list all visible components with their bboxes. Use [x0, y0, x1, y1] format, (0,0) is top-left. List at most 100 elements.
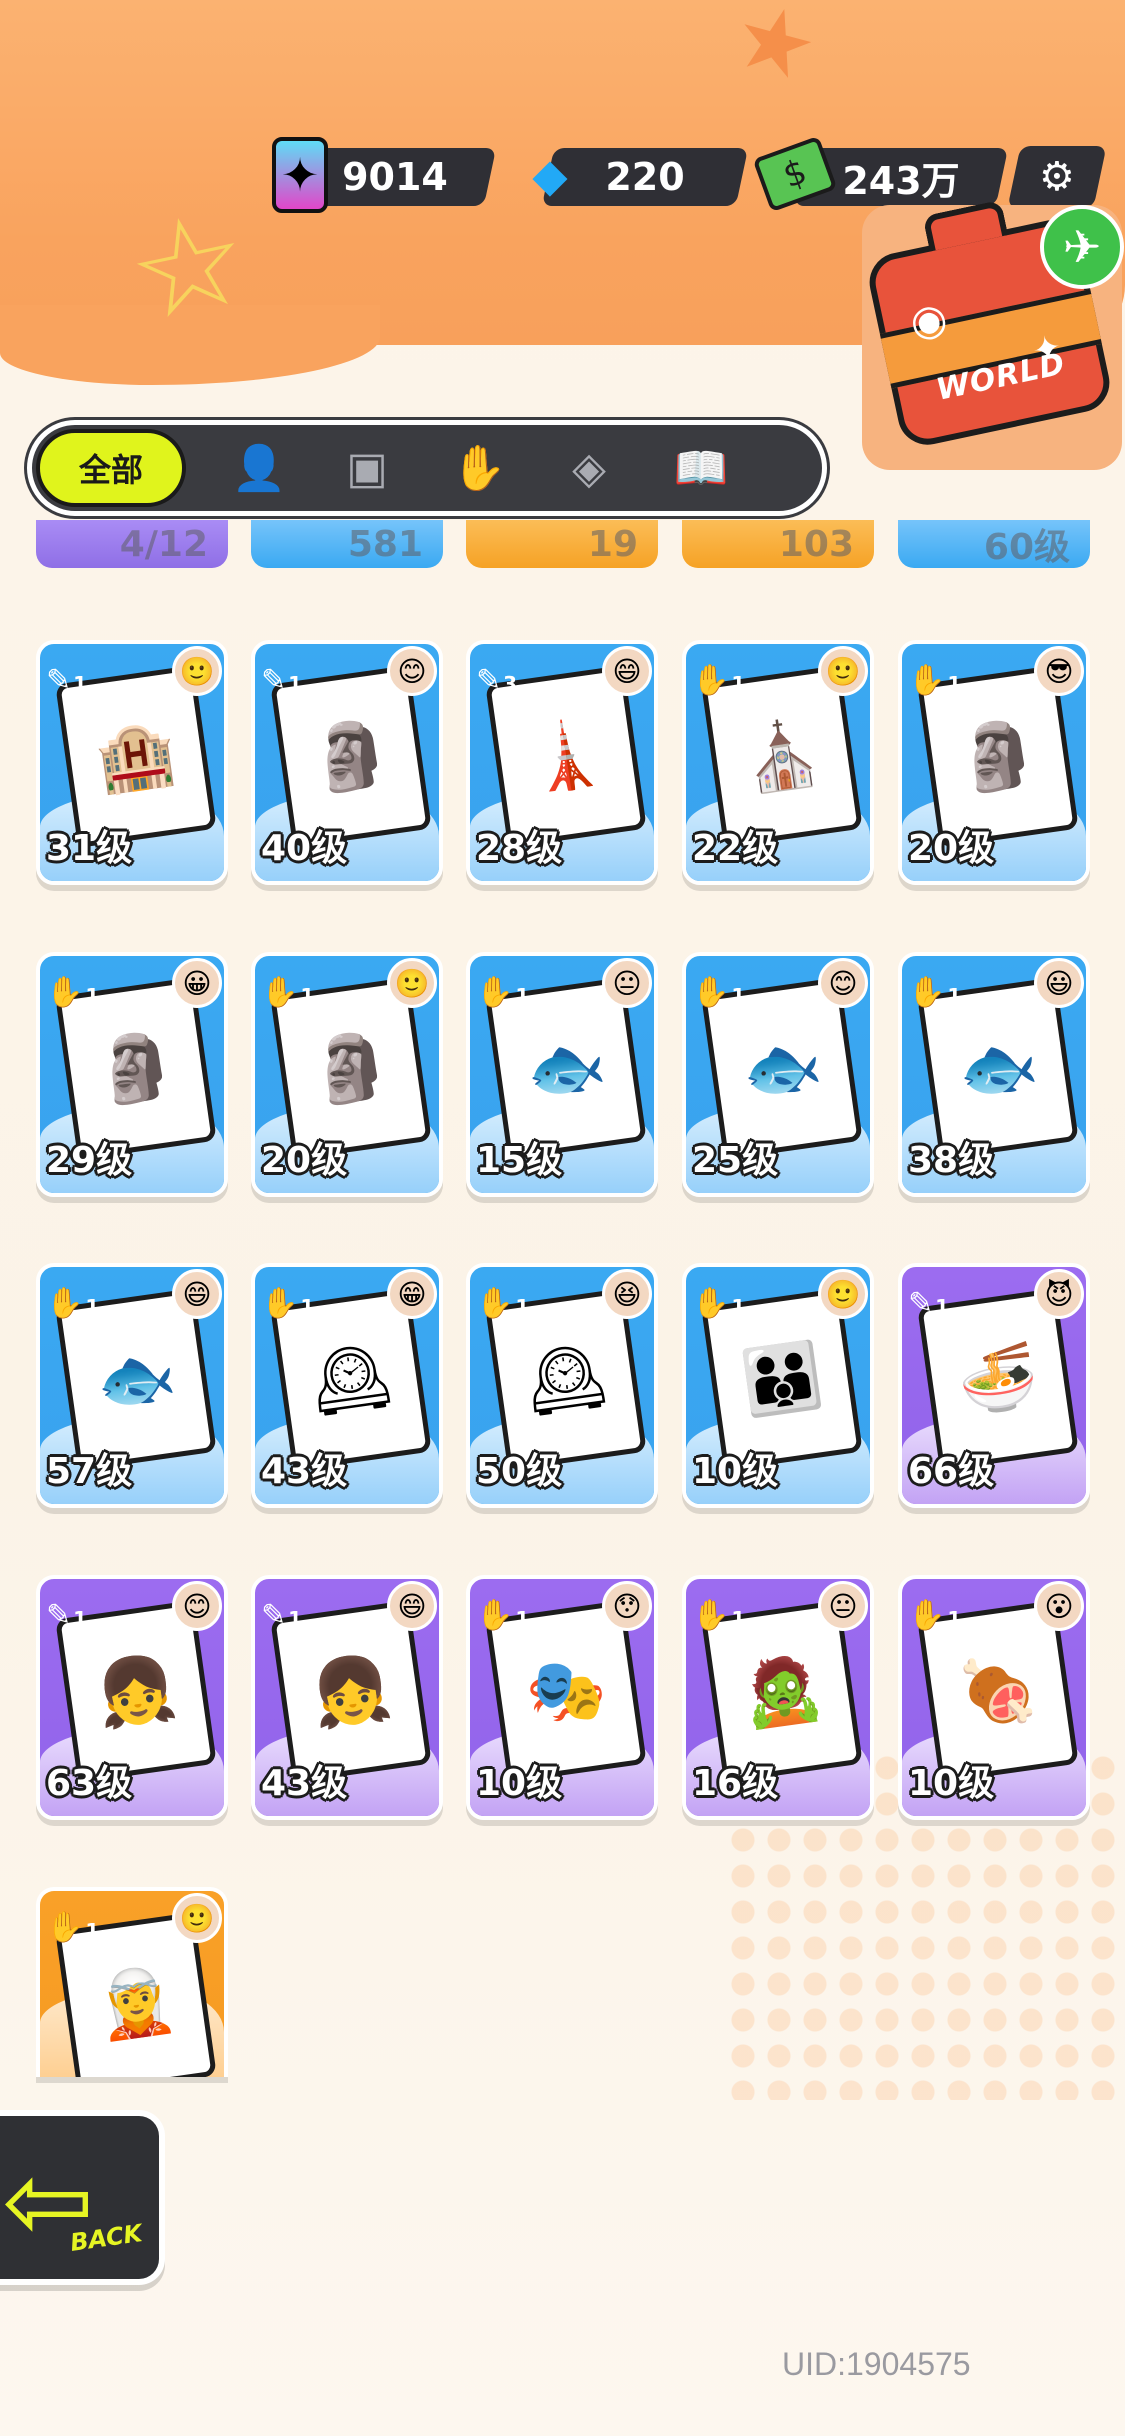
- avatar: 🙂: [818, 646, 868, 696]
- collection-card[interactable]: ⛪ ✋ 1 🙂 22级: [682, 640, 874, 885]
- collection-card[interactable]: 👪 ✋ 1 🙂 10级: [682, 1263, 874, 1508]
- collection-card[interactable]: 🗿 ✋ 1 😀 29级: [36, 952, 228, 1197]
- card-type-count: 1: [73, 672, 88, 696]
- card-level: 63级: [46, 1763, 133, 1804]
- filter-tab-bar: 全部 👤 ▣ ✋ ◈ 📖: [27, 420, 827, 516]
- card-type-icon: ✋: [476, 975, 514, 1010]
- strip-item: 581: [251, 520, 443, 568]
- card-type-count: 1: [731, 1607, 746, 1631]
- avatar: 😆: [602, 1269, 652, 1319]
- card-type-count: 1: [85, 1295, 100, 1319]
- card-type-count: 1: [300, 984, 315, 1008]
- settings-button[interactable]: ⚙: [1007, 146, 1107, 208]
- avatar: 😃: [1034, 958, 1084, 1008]
- avatar: 😮: [1034, 1581, 1084, 1631]
- airplane-icon: ✈: [1040, 205, 1124, 289]
- collection-card[interactable]: 🗿 ✋ 1 🙂 20级: [251, 952, 443, 1197]
- collection-card[interactable]: 🐟 ✋ 1 😄 57级: [36, 1263, 228, 1508]
- card-icon[interactable]: ◈: [554, 435, 624, 501]
- collection-card[interactable]: 🐟 ✋ 1 😊 25级: [682, 952, 874, 1197]
- card-type-badge: ✋ 1: [476, 1583, 530, 1633]
- card-type-icon: ✋: [692, 1286, 730, 1321]
- card-type-icon: ✎: [908, 1286, 934, 1321]
- card-level: 28级: [476, 828, 563, 869]
- collection-card[interactable]: 🍜 ✎ 1 😈 66级: [898, 1263, 1090, 1508]
- card-type-icon: ✎: [46, 663, 72, 698]
- card-type-count: 3: [503, 672, 518, 696]
- avatar: 🙂: [172, 646, 222, 696]
- card-type-icon: ✋: [46, 1910, 84, 1945]
- avatar: 😎: [1034, 646, 1084, 696]
- card-type-icon: ✋: [476, 1598, 514, 1633]
- collection-card[interactable]: 👧 ✎ 1 😊 63级: [36, 1575, 228, 1820]
- card-type-badge: ✋ 1: [46, 1271, 100, 1321]
- collection-card[interactable]: 🐟 ✋ 1 😐 15级: [466, 952, 658, 1197]
- card-type-icon: ✋: [908, 663, 946, 698]
- strip-item: 60级: [898, 520, 1090, 568]
- card-level: 43级: [261, 1451, 348, 1492]
- hand-icon[interactable]: ✋: [444, 435, 514, 501]
- card-type-count: 1: [515, 1607, 530, 1631]
- collection-card[interactable]: 🗿 ✎ 1 😊 40级: [251, 640, 443, 885]
- card-type-badge: ✎ 1: [261, 1583, 313, 1633]
- card-type-badge: ✋ 1: [476, 960, 529, 1010]
- collection-card[interactable]: 🍖 ✋ 1 😮 10级: [898, 1575, 1090, 1820]
- card-type-badge: ✋ 1: [476, 1271, 529, 1321]
- collection-card[interactable]: 🕰 ✋ 1 😆 50级: [466, 1263, 658, 1508]
- avatar: 😊: [387, 646, 437, 696]
- avatar: 😄: [602, 646, 652, 696]
- avatar: 😊: [818, 958, 868, 1008]
- card-type-badge: ✋ 1: [46, 1895, 100, 1945]
- card-type-badge: ✋ 1: [692, 1271, 745, 1321]
- card-level: 50级: [476, 1451, 563, 1492]
- card-type-badge: ✋ 1: [46, 960, 100, 1010]
- avatar: 🙂: [387, 958, 437, 1008]
- world-button[interactable]: ◉ ✦ WORLD ✈: [862, 199, 1124, 470]
- card-level: 16级: [692, 1763, 779, 1804]
- collection-card[interactable]: 👧 ✎ 1 😄 43级: [251, 1575, 443, 1820]
- card-type-count: 1: [85, 984, 100, 1008]
- card-type-icon: ✋: [692, 663, 730, 698]
- tab-all[interactable]: 全部: [36, 429, 186, 507]
- avatar: 🙂: [818, 1269, 868, 1319]
- card-type-count: 1: [947, 984, 962, 1008]
- collection-card[interactable]: 🏨 ✎ 1 🙂 31级: [36, 640, 228, 885]
- avatar: 🙂: [172, 1893, 222, 1943]
- collection-card[interactable]: 🗿 ✋ 1 😎 20级: [898, 640, 1090, 885]
- collection-card[interactable]: 🐟 ✋ 1 😃 38级: [898, 952, 1090, 1197]
- paint-can-icon: ✦: [272, 137, 328, 213]
- collection-card[interactable]: 🕰 ✋ 1 😁 43级: [251, 1263, 443, 1508]
- card-level: 25级: [692, 1140, 779, 1181]
- card-type-badge: ✋ 1: [908, 1583, 962, 1633]
- card-type-icon: ✎: [476, 663, 502, 698]
- card-type-icon: ✋: [261, 975, 299, 1010]
- collection-card[interactable]: 🎭 ✋ 1 😯 10级: [466, 1575, 658, 1820]
- box-icon[interactable]: ▣: [332, 435, 402, 501]
- book-icon[interactable]: 📖: [666, 435, 736, 501]
- strip-value: 19: [587, 523, 638, 565]
- person-icon[interactable]: 👤: [224, 435, 294, 501]
- card-level: 15级: [476, 1140, 563, 1181]
- back-button[interactable]: ⇦ BACK: [0, 2110, 165, 2285]
- card-level: 57级: [46, 1451, 133, 1492]
- card-type-count: 1: [73, 1607, 88, 1631]
- card-type-icon: ✋: [908, 1598, 946, 1633]
- card-type-badge: ✋ 1: [692, 960, 745, 1010]
- card-level: 38级: [908, 1140, 995, 1181]
- card-type-count: 1: [85, 1919, 100, 1943]
- avatar: 😄: [387, 1581, 437, 1631]
- collection-card[interactable]: 🗼 ✎ 3 😄 28级: [466, 640, 658, 885]
- collection-card[interactable]: 🧟 ✋ 1 😐 16级: [682, 1575, 874, 1820]
- card-level: 22级: [692, 828, 779, 869]
- collection-card[interactable]: 🧝 ✋ 1 🙂: [36, 1887, 228, 2077]
- card-type-icon: ✎: [261, 1598, 287, 1633]
- avatar: 😄: [172, 1269, 222, 1319]
- card-type-icon: ✎: [46, 1598, 72, 1633]
- card-type-count: 1: [947, 1607, 962, 1631]
- card-level: 20级: [261, 1140, 348, 1181]
- card-type-count: 1: [288, 672, 303, 696]
- card-type-badge: ✋ 1: [261, 960, 315, 1010]
- strip-item: 19: [466, 520, 658, 568]
- avatar: 😊: [172, 1581, 222, 1631]
- user-id: UID:1904575: [782, 2346, 971, 2382]
